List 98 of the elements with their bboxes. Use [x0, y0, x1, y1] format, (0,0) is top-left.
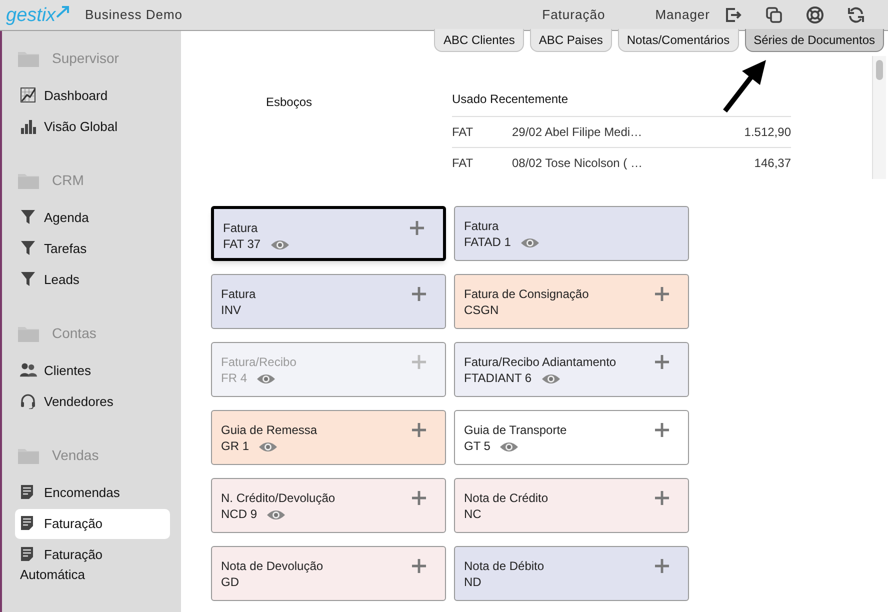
table-cell-text: 29/02 Abel Filipe Medi… [512, 124, 644, 141]
eye-icon[interactable] [540, 372, 561, 384]
section-heading: Supervisor [52, 48, 119, 68]
funnel-icon [20, 271, 37, 287]
series-code: NC [464, 506, 482, 523]
series-name: Nota de Crédito [464, 491, 548, 506]
folder-icon [18, 50, 39, 66]
section-title: Faturação [542, 6, 606, 24]
logout-icon[interactable] [724, 6, 742, 24]
series-card[interactable]: Fatura FAT 37 [211, 206, 446, 261]
plus-icon[interactable] [410, 221, 424, 235]
bar-chart-icon [20, 118, 37, 134]
series-name: N. Crédito/Devolução [221, 491, 336, 506]
series-name: Fatura [223, 221, 258, 236]
series-card[interactable]: Guia de Remessa GR 1 [211, 410, 446, 465]
folder-icon [18, 172, 39, 188]
series-card[interactable]: N. Crédito/Devolução NCD 9 [211, 478, 446, 533]
sidebar-item[interactable]: Faturação Automática [15, 540, 170, 590]
arrow-annotation [722, 58, 768, 114]
series-card[interactable]: Nota de Crédito NC [454, 478, 689, 533]
company-name: Business Demo [85, 6, 183, 24]
series-code: GR 1 [221, 438, 250, 455]
series-code: ND [464, 574, 482, 591]
table-cell-text: 146,37 [753, 155, 791, 172]
refresh-icon[interactable] [847, 6, 865, 24]
logo: gestix [0, 5, 85, 25]
table-cell-text: FAT [452, 124, 474, 141]
people-icon [20, 362, 37, 378]
series-name: Fatura/Recibo Adiantamento [464, 355, 616, 370]
eye-icon[interactable] [270, 238, 290, 250]
series-code: FTADIANT 6 [464, 370, 532, 387]
series-card[interactable]: Fatura de Consignação CSGN [454, 274, 689, 329]
tab[interactable]: Séries de Documentos [744, 29, 884, 52]
series-code: FR 4 [221, 370, 248, 387]
help-icon[interactable] [806, 6, 824, 24]
plus-icon[interactable] [412, 491, 426, 505]
folder-icon [18, 446, 39, 464]
eye-icon[interactable] [520, 236, 540, 248]
eye-icon[interactable] [499, 440, 520, 452]
series-name: Nota de Devolução [221, 559, 324, 574]
series-code: FAT 37 [223, 236, 261, 253]
funnel-icon [20, 240, 37, 256]
series-code: GT 5 [464, 438, 490, 455]
section-heading: Usado Recentemente [452, 91, 570, 108]
tab[interactable]: ABC Paises [530, 29, 612, 52]
windows-icon[interactable] [765, 6, 783, 24]
plus-icon[interactable] [655, 423, 669, 437]
eye-icon[interactable] [266, 508, 286, 520]
sidebar-item[interactable]: Faturação [15, 509, 170, 539]
series-name: Guia de Transporte [464, 423, 567, 438]
series-card[interactable]: Nota de Devolução GD [211, 546, 446, 601]
series-code: NCD 9 [221, 506, 258, 523]
section-heading: Vendas [52, 446, 99, 464]
series-name: Fatura/Recibo [221, 355, 296, 370]
series-name: Fatura [221, 287, 256, 302]
series-code: INV [221, 302, 242, 319]
sidebar-item[interactable]: Encomendas [15, 478, 170, 508]
series-code: FATAD 1 [464, 234, 511, 251]
tab[interactable]: ABC Clientes [434, 29, 524, 52]
plus-icon[interactable] [655, 287, 669, 301]
series-name: Fatura de Consignação [464, 287, 589, 302]
plus-icon[interactable] [412, 559, 426, 573]
plus-icon[interactable] [655, 355, 669, 369]
funnel-icon [20, 209, 37, 225]
sidebar-item[interactable]: Visão Global [15, 112, 170, 142]
series-code: GD [221, 574, 239, 591]
series-name: Fatura [464, 219, 499, 234]
section-heading: Contas [52, 324, 96, 342]
scrollbar[interactable] [872, 56, 886, 179]
series-name: Guia de Remessa [221, 423, 318, 438]
table-cell-text: 1.512,90 [743, 124, 791, 141]
series-card[interactable]: Nota de Débito ND [454, 546, 689, 601]
headset-icon [20, 393, 37, 409]
series-code: CSGN [464, 302, 499, 319]
plus-icon[interactable] [655, 491, 669, 505]
eye-icon[interactable] [258, 440, 278, 452]
user-name: Manager [655, 6, 710, 24]
folder-icon [18, 324, 39, 342]
tab[interactable]: Notas/Comentários [618, 29, 739, 52]
sidebar-item[interactable]: Dashboard [15, 81, 170, 111]
series-card[interactable]: Fatura/Recibo Adiantamento FTADIANT 6 [454, 342, 689, 397]
series-name: Nota de Débito [464, 559, 544, 574]
plus-icon[interactable] [412, 423, 426, 437]
series-card[interactable]: Fatura INV [211, 274, 446, 329]
section-heading: CRM [52, 170, 84, 190]
sidebar-item[interactable]: Leads [15, 265, 170, 295]
series-card[interactable]: Fatura FATAD 1 [454, 206, 689, 261]
table-cell-text: FAT [452, 155, 474, 172]
sidebar-item[interactable]: Agenda [15, 203, 170, 233]
sidebar-item[interactable]: Tarefas [15, 234, 170, 264]
section-heading: Esboços [266, 95, 312, 109]
table-cell-text: 08/02 Tose Nicolson ( … [512, 155, 644, 172]
plus-icon[interactable] [655, 559, 669, 573]
series-card[interactable]: Guia de Transporte GT 5 [454, 410, 689, 465]
sidebar-item[interactable]: Clientes [15, 356, 170, 386]
plus-icon[interactable] [412, 287, 426, 301]
sidebar-item[interactable]: Vendedores [15, 387, 170, 417]
chart-icon [20, 87, 37, 103]
